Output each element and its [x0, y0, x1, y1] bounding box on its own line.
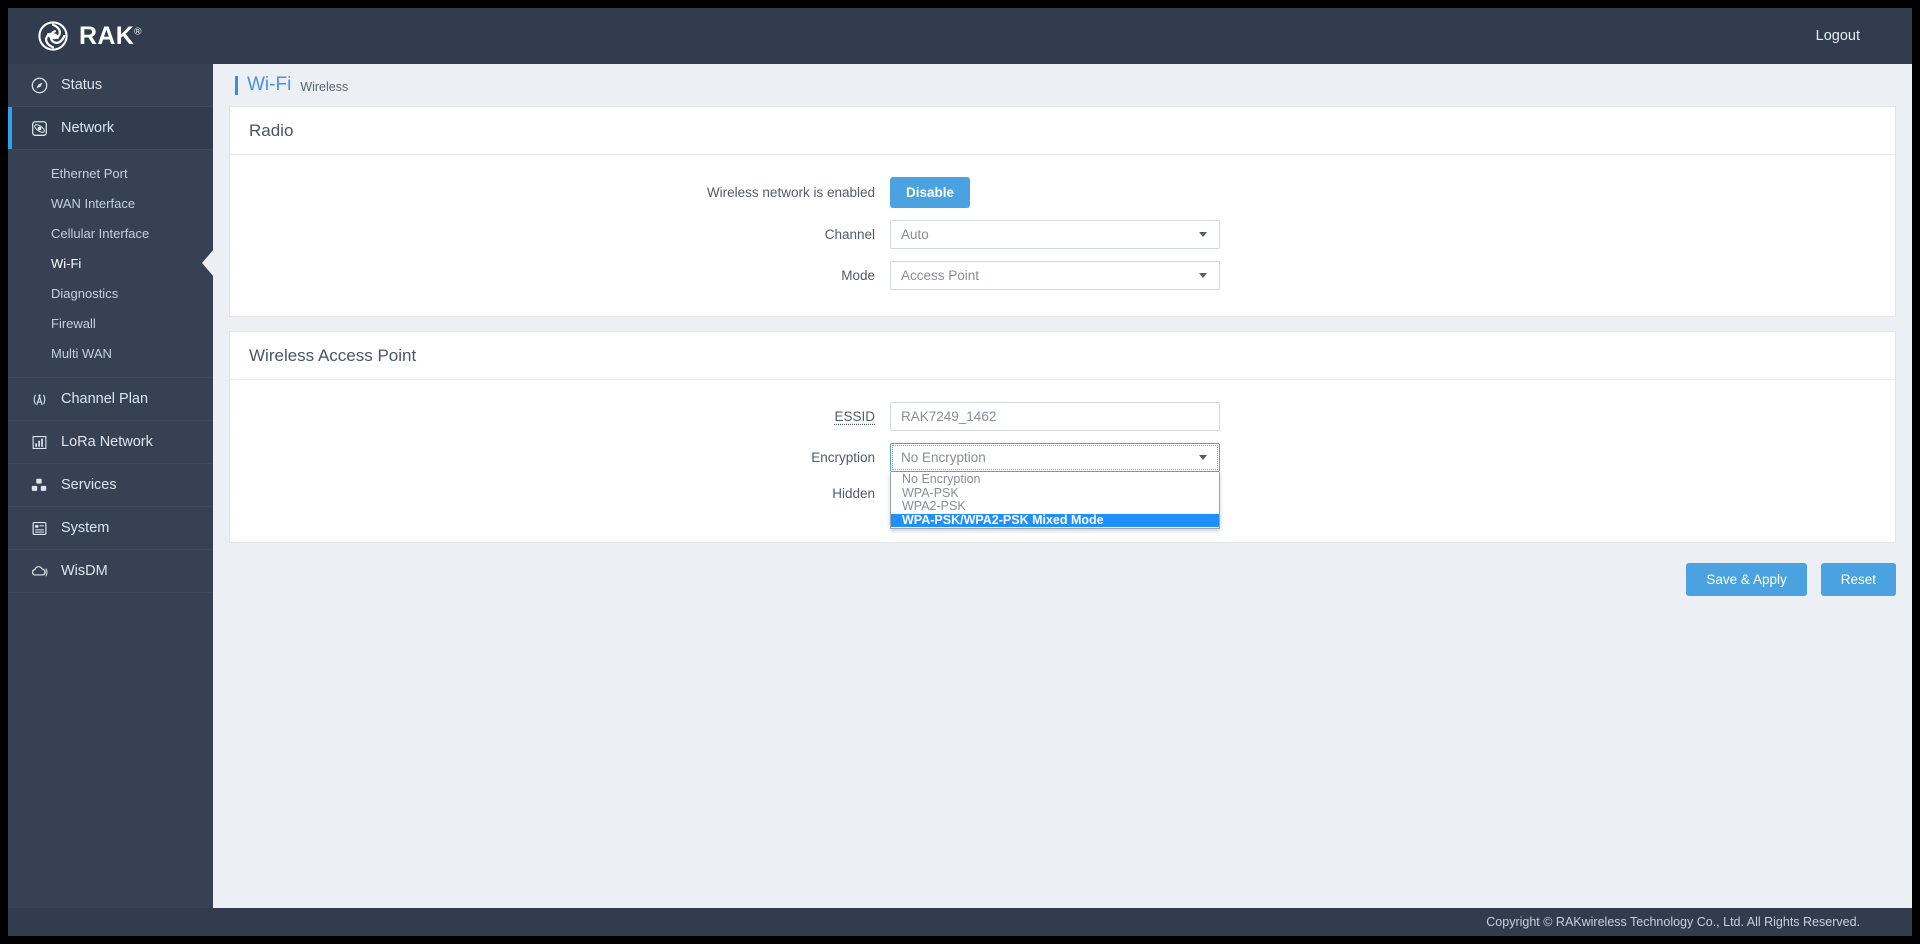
encryption-select-value: No Encryption [901, 450, 986, 465]
disable-wireless-button[interactable]: Disable [890, 177, 971, 208]
logout-link[interactable]: Logout [1816, 28, 1860, 44]
sidebar-item-multi-wan[interactable]: Multi WAN [8, 338, 213, 368]
encryption-select[interactable]: No Encryption [890, 443, 1220, 472]
encryption-row: Encryption No Encryption No Encryption W… [230, 443, 1895, 529]
encryption-control: No Encryption No Encryption WPA-PSK WPA2… [890, 443, 1220, 529]
copyright-text: Copyright © RAKwireless Technology Co., … [1486, 915, 1860, 929]
sidebar-subitem-label: Multi WAN [51, 345, 112, 361]
sidebar-item-label: WisDM [61, 563, 108, 579]
essid-input[interactable]: RAK7249_1462 [890, 402, 1220, 431]
network-atom-icon [28, 117, 50, 139]
mode-row: Mode Access Point [230, 261, 1895, 290]
sidebar-item-wifi[interactable]: Wi-Fi [8, 248, 213, 278]
encryption-option[interactable]: No Encryption [891, 472, 1219, 487]
bar-chart-icon [28, 431, 50, 453]
channel-control: Auto [890, 220, 1220, 249]
sidebar-subitem-label: Ethernet Port [51, 165, 128, 181]
sidebar-item-label: Services [61, 477, 117, 493]
sidebar-item-label: System [61, 520, 110, 536]
rak-swirl-logo-icon [38, 21, 68, 51]
brand-name: RAK® [79, 21, 142, 50]
access-point-panel-body: ESSID RAK7249_1462 Encryption No Encrypt… [230, 380, 1895, 542]
sidebar-item-cellular-interface[interactable]: Cellular Interface [8, 218, 213, 248]
wireless-enabled-row: Wireless network is enabled Disable [230, 177, 1895, 208]
list-window-icon [28, 517, 50, 539]
title-accent-bar [235, 75, 238, 95]
radio-panel-body: Wireless network is enabled Disable Chan… [230, 155, 1895, 316]
chevron-down-icon [1199, 232, 1207, 237]
channel-label: Channel [824, 227, 875, 242]
essid-row: ESSID RAK7249_1462 [230, 402, 1895, 431]
wireless-toggle-control: Disable [890, 177, 971, 208]
footer: Copyright © RAKwireless Technology Co., … [8, 908, 1912, 936]
channel-row: Channel Auto [230, 220, 1895, 249]
compass-icon [28, 74, 50, 96]
brand-logo-group[interactable]: RAK® [38, 21, 142, 51]
antenna-icon [28, 388, 50, 410]
sidebar-item-system[interactable]: System [8, 507, 213, 550]
access-point-panel-heading: Wireless Access Point [230, 332, 1895, 380]
page-title: Wi-Fi [247, 74, 292, 95]
wireless-enabled-label: Wireless network is enabled [706, 185, 875, 200]
sidebar-subitem-label: Wi-Fi [51, 255, 82, 271]
sidebar-item-services[interactable]: Services [8, 464, 213, 507]
encryption-option[interactable]: WPA-PSK [891, 486, 1219, 501]
sidebar-item-ethernet-port[interactable]: Ethernet Port [8, 158, 213, 188]
sidebar-item-diagnostics[interactable]: Diagnostics [8, 278, 213, 308]
save-apply-button[interactable]: Save & Apply [1686, 563, 1807, 596]
encryption-dropdown-list[interactable]: No Encryption WPA-PSK WPA2-PSK WPA-PSK/W… [890, 472, 1220, 529]
app-window: RAK® Logout Status Network Ethernet Port… [8, 8, 1912, 936]
reset-button[interactable]: Reset [1820, 563, 1896, 596]
essid-label: ESSID [834, 409, 875, 424]
mode-select[interactable]: Access Point [890, 261, 1220, 290]
registered-mark: ® [134, 26, 142, 38]
mode-select-value: Access Point [901, 268, 980, 283]
sidebar-subitem-label: WAN Interface [51, 195, 136, 211]
sidebar-item-label: Network [61, 120, 115, 136]
sidebar-subitem-label: Cellular Interface [51, 225, 150, 241]
sidebar-item-label: LoRa Network [61, 434, 153, 450]
sidebar-item-wan-interface[interactable]: WAN Interface [8, 188, 213, 218]
access-point-panel: Wireless Access Point ESSID RAK7249_1462… [229, 331, 1896, 543]
radio-panel: Radio Wireless network is enabled Disabl… [229, 106, 1896, 317]
chevron-down-icon [1199, 273, 1207, 278]
encryption-label: Encryption [811, 450, 875, 465]
sidebar-item-label: Status [61, 77, 103, 93]
cloud-signal-icon [28, 560, 50, 582]
chevron-down-icon [1199, 455, 1207, 460]
sidebar-item-wisdm[interactable]: WisDM [8, 550, 213, 593]
sidebar-subitem-label: Diagnostics [51, 285, 119, 301]
essid-control: RAK7249_1462 [890, 402, 1220, 431]
page-subtitle: Wireless [300, 80, 349, 94]
sidebar-subitem-label: Firewall [51, 315, 96, 331]
channel-select[interactable]: Auto [890, 220, 1220, 249]
sidebar-item-status[interactable]: Status [8, 64, 213, 107]
hidden-label: Hidden [832, 485, 875, 501]
network-submenu: Ethernet Port WAN Interface Cellular Int… [8, 150, 213, 378]
mode-control: Access Point [890, 261, 1220, 290]
main-content: Wi-Fi Wireless Radio Wireless network is… [213, 64, 1912, 936]
radio-panel-heading: Radio [230, 107, 1895, 155]
mode-label: Mode [841, 268, 875, 283]
sidebar-item-lora-network[interactable]: LoRa Network [8, 421, 213, 464]
encryption-option[interactable]: WPA2-PSK [891, 499, 1219, 514]
top-bar: RAK® Logout [8, 8, 1912, 64]
encryption-option-highlighted[interactable]: WPA-PSK/WPA2-PSK Mixed Mode [891, 513, 1219, 527]
channel-select-value: Auto [901, 227, 929, 242]
sidebar-item-network[interactable]: Network [8, 107, 213, 150]
page-header: Wi-Fi Wireless [213, 64, 1912, 106]
sidebar-item-label: Channel Plan [61, 391, 149, 407]
cubes-icon [28, 474, 50, 496]
form-actions: Save & Apply Reset [213, 563, 1912, 596]
sidebar-item-channel-plan[interactable]: Channel Plan [8, 378, 213, 421]
sidebar: Status Network Ethernet Port WAN Interfa… [8, 64, 213, 936]
sidebar-item-firewall[interactable]: Firewall [8, 308, 213, 338]
